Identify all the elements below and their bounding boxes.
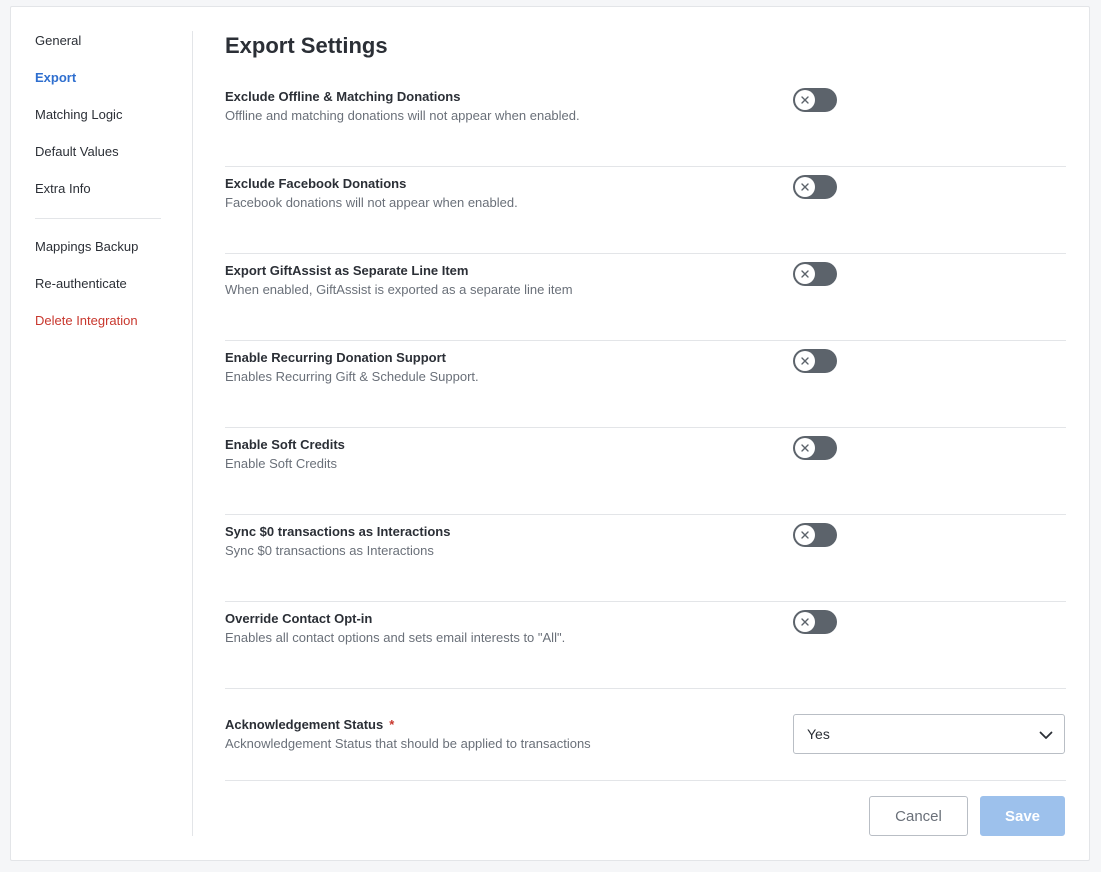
sidebar-item-export[interactable]: Export (35, 60, 161, 97)
sidebar-separator (192, 31, 193, 836)
sync-zero-transactions-toggle[interactable] (793, 523, 837, 547)
setting-description: Facebook donations will not appear when … (225, 195, 518, 210)
export-giftassist-toggle[interactable] (793, 262, 837, 286)
setting-description: Enables all contact options and sets ema… (225, 630, 566, 645)
setting-row-exclude-offline: Exclude Offline & Matching Donations Off… (225, 80, 1066, 167)
setting-title: Enable Soft Credits (225, 437, 345, 452)
toggle-knob (795, 612, 815, 632)
page-title: Export Settings (225, 33, 388, 58)
setting-row-soft-credits: Enable Soft Credits Enable Soft Credits (225, 428, 1066, 515)
toggle-knob (795, 438, 815, 458)
close-icon (801, 96, 809, 104)
settings-card: General Export Matching Logic Default Va… (10, 6, 1090, 861)
setting-description: Offline and matching donations will not … (225, 108, 580, 123)
exclude-offline-toggle[interactable] (793, 88, 837, 112)
acknowledgement-title: Acknowledgement Status (225, 717, 384, 732)
required-indicator: * (389, 717, 395, 732)
select-value: Yes (807, 726, 830, 742)
sidebar-item-matching-logic[interactable]: Matching Logic (35, 97, 161, 134)
toggle-knob (795, 177, 815, 197)
sidebar-item-general[interactable]: General (35, 23, 161, 60)
sidebar-item-delete-integration[interactable]: Delete Integration (35, 303, 161, 340)
close-icon (801, 270, 809, 278)
setting-description: Enables Recurring Gift & Schedule Suppor… (225, 369, 479, 384)
setting-title: Sync $0 transactions as Interactions (225, 524, 451, 539)
sidebar-item-re-authenticate[interactable]: Re-authenticate (35, 266, 161, 303)
close-icon (801, 183, 809, 191)
cancel-button[interactable]: Cancel (869, 796, 968, 836)
toggle-knob (795, 351, 815, 371)
setting-title: Enable Recurring Donation Support (225, 350, 447, 365)
setting-description: When enabled, GiftAssist is exported as … (225, 282, 573, 297)
override-contact-optin-toggle[interactable] (793, 610, 837, 634)
acknowledgement-status-select[interactable]: Yes (793, 714, 1065, 754)
setting-row-export-giftassist: Export GiftAssist as Separate Line Item … (225, 254, 1066, 341)
setting-title: Export GiftAssist as Separate Line Item (225, 263, 469, 278)
setting-description: Enable Soft Credits (225, 456, 338, 471)
setting-title: Exclude Offline & Matching Donations (225, 89, 461, 104)
sidebar-divider (35, 218, 161, 219)
close-icon (801, 618, 809, 626)
soft-credits-toggle[interactable] (793, 436, 837, 460)
setting-row-recurring-donation: Enable Recurring Donation Support Enable… (225, 341, 1066, 428)
toggle-knob (795, 264, 815, 284)
sidebar-item-default-values[interactable]: Default Values (35, 134, 161, 171)
setting-title: Acknowledgement Status * (225, 717, 394, 732)
close-icon (801, 444, 809, 452)
sidebar-item-mappings-backup[interactable]: Mappings Backup (35, 229, 161, 266)
setting-description: Sync $0 transactions as Interactions (225, 543, 434, 558)
toggle-knob (795, 525, 815, 545)
recurring-donation-toggle[interactable] (793, 349, 837, 373)
setting-description: Acknowledgement Status that should be ap… (225, 736, 591, 751)
setting-row-sync-zero-transactions: Sync $0 transactions as Interactions Syn… (225, 515, 1066, 602)
exclude-facebook-toggle[interactable] (793, 175, 837, 199)
setting-row-acknowledgement-status: Acknowledgement Status * Acknowledgement … (225, 689, 1066, 781)
setting-title: Override Contact Opt-in (225, 611, 373, 626)
save-button[interactable]: Save (980, 796, 1065, 836)
toggle-knob (795, 90, 815, 110)
settings-list: Exclude Offline & Matching Donations Off… (225, 80, 1066, 781)
close-icon (801, 531, 809, 539)
close-icon (801, 357, 809, 365)
settings-sidebar: General Export Matching Logic Default Va… (35, 23, 161, 340)
sidebar-item-extra-info[interactable]: Extra Info (35, 171, 161, 208)
setting-row-override-contact-optin: Override Contact Opt-in Enables all cont… (225, 602, 1066, 689)
setting-title: Exclude Facebook Donations (225, 176, 407, 191)
setting-row-exclude-facebook: Exclude Facebook Donations Facebook dona… (225, 167, 1066, 254)
chevron-down-icon (1039, 731, 1053, 739)
